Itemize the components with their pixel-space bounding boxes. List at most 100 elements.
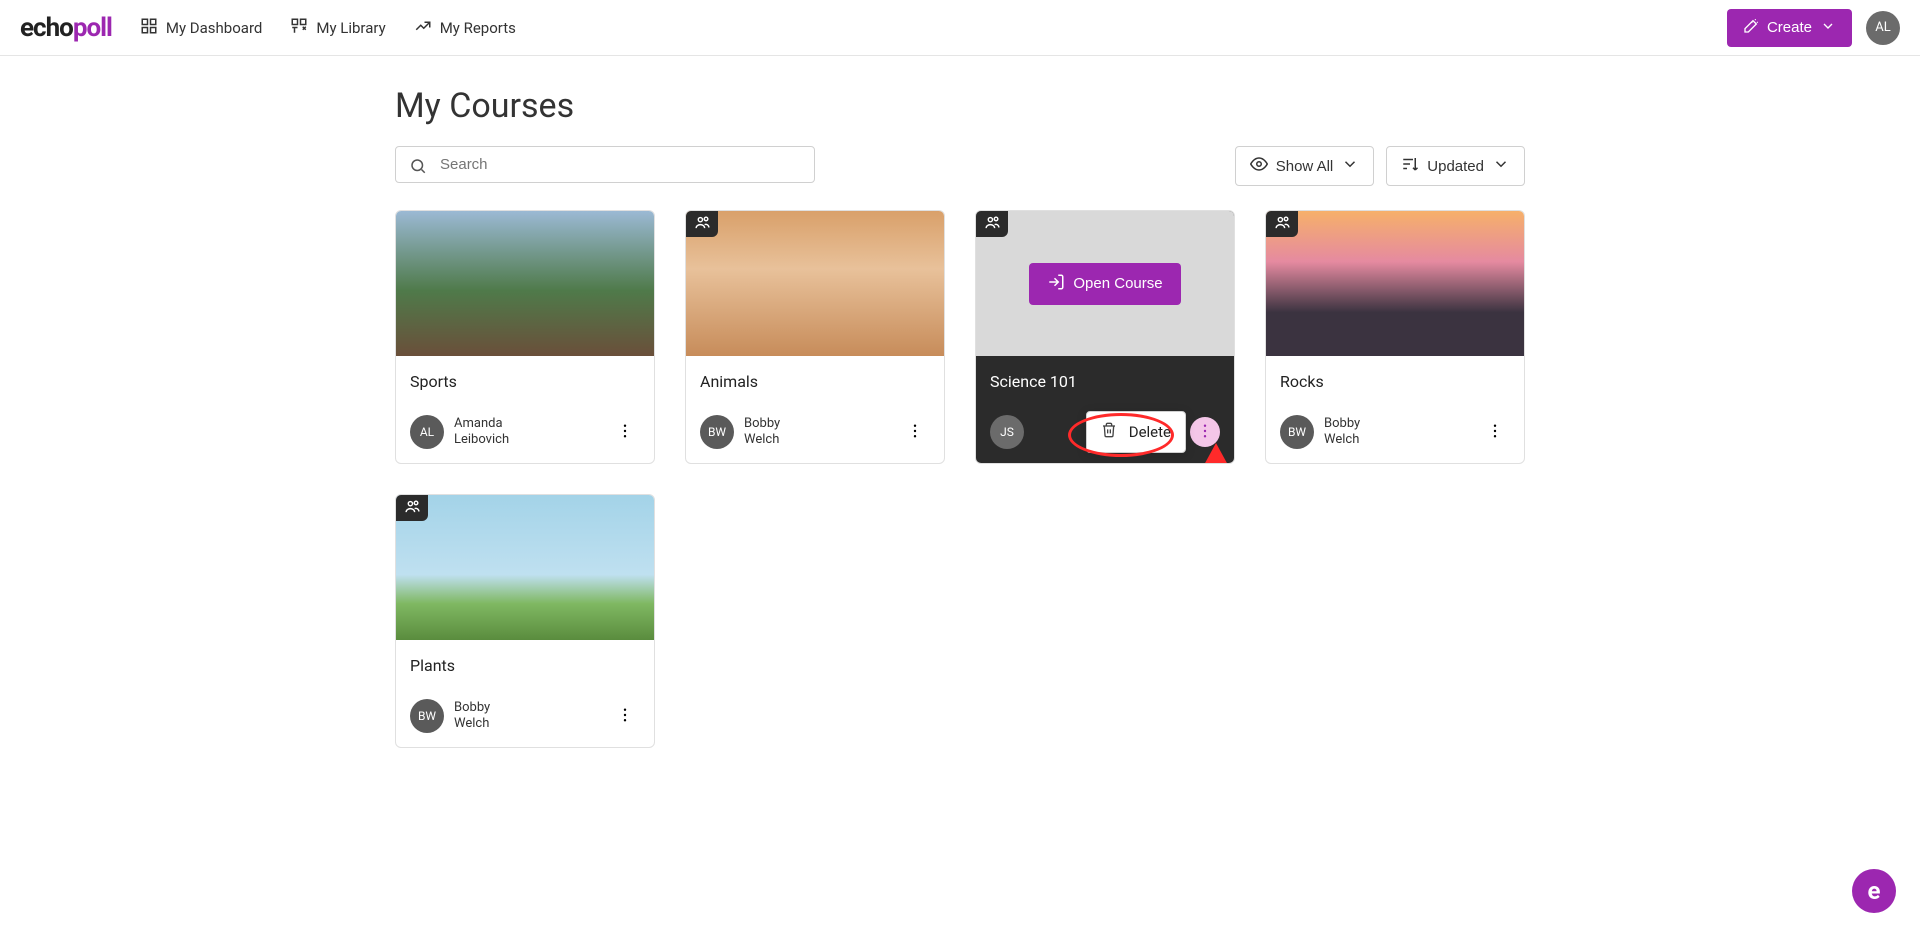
sort-icon	[1401, 155, 1419, 177]
course-thumbnail	[396, 211, 654, 356]
trash-icon	[1101, 422, 1117, 442]
owner-avatar: BW	[410, 699, 444, 733]
search-input[interactable]	[395, 146, 815, 183]
delete-label: Delete	[1129, 423, 1171, 441]
brand-part2: poll	[73, 13, 112, 43]
course-card[interactable]: Plants BW Bobby Welch	[395, 494, 655, 748]
more-vertical-icon	[616, 422, 634, 443]
nav-dashboard[interactable]: My Dashboard	[140, 17, 262, 39]
course-thumbnail	[686, 211, 944, 356]
course-title: Science 101	[990, 372, 1220, 391]
owner-avatar: BW	[1280, 415, 1314, 449]
course-owner: JS	[990, 415, 1024, 449]
nav-reports[interactable]: My Reports	[414, 17, 516, 39]
course-owner: BW Bobby Welch	[410, 699, 490, 733]
owner-first: Bobby	[1324, 416, 1360, 432]
card-body: Plants BW Bobby Welch	[396, 640, 654, 747]
open-course-button[interactable]: Open Course	[1029, 263, 1180, 305]
course-card[interactable]: Sports AL Amanda Leibovich	[395, 210, 655, 464]
help-fab[interactable]: e	[1852, 869, 1896, 913]
toolbar-right: Show All Updated	[1235, 146, 1525, 186]
toolbar: Show All Updated	[395, 146, 1525, 186]
course-card-active[interactable]: Open Course Science 101 JS	[975, 210, 1235, 464]
main-content: My Courses Show All Updated	[375, 56, 1545, 778]
owner-avatar: JS	[990, 415, 1024, 449]
nav-library[interactable]: My Library	[290, 17, 385, 39]
nav-label: My Library	[316, 19, 385, 37]
course-card[interactable]: Animals BW Bobby Welch	[685, 210, 945, 464]
more-vertical-icon	[906, 422, 924, 443]
owner-avatar: BW	[700, 415, 734, 449]
card-footer: AL Amanda Leibovich	[410, 415, 640, 449]
header-right: Create AL	[1727, 9, 1900, 47]
more-options-button[interactable]	[1480, 417, 1510, 447]
course-owner: BW Bobby Welch	[700, 415, 780, 449]
top-nav: My Dashboard My Library My Reports	[140, 17, 516, 39]
magic-wand-icon	[1743, 18, 1759, 38]
create-label: Create	[1767, 19, 1812, 36]
create-button[interactable]: Create	[1727, 9, 1852, 47]
brand-part1: echo	[20, 13, 73, 43]
dashboard-icon	[140, 17, 158, 39]
shared-badge	[396, 495, 428, 521]
owner-first: Amanda	[454, 416, 509, 432]
more-options-button[interactable]	[610, 701, 640, 731]
course-title: Sports	[410, 372, 640, 391]
course-grid: Sports AL Amanda Leibovich	[395, 210, 1525, 748]
people-icon	[984, 214, 1001, 235]
fab-label: e	[1868, 877, 1881, 905]
owner-name: Bobby Welch	[744, 416, 780, 449]
more-options-button[interactable]	[1190, 417, 1220, 447]
owner-name: Amanda Leibovich	[454, 416, 509, 449]
chevron-down-icon	[1820, 18, 1836, 38]
course-title: Animals	[700, 372, 930, 391]
card-footer: BW Bobby Welch	[1280, 415, 1510, 449]
course-card[interactable]: Rocks BW Bobby Welch	[1265, 210, 1525, 464]
people-icon	[694, 214, 711, 235]
people-icon	[1274, 214, 1291, 235]
chevron-down-icon	[1341, 155, 1359, 177]
nav-label: My Dashboard	[166, 19, 262, 37]
chevron-down-icon	[1492, 155, 1510, 177]
owner-name: Bobby Welch	[454, 700, 490, 733]
more-vertical-icon	[616, 706, 634, 727]
user-avatar[interactable]: AL	[1866, 11, 1900, 45]
open-course-label: Open Course	[1073, 275, 1162, 292]
owner-last: Leibovich	[454, 432, 509, 448]
course-owner: BW Bobby Welch	[1280, 415, 1360, 449]
people-icon	[404, 498, 421, 519]
enter-icon	[1047, 273, 1065, 295]
sort-filter[interactable]: Updated	[1386, 146, 1525, 186]
context-menu[interactable]: Delete	[1086, 411, 1186, 453]
reports-icon	[414, 17, 432, 39]
owner-avatar: AL	[410, 415, 444, 449]
shared-badge	[976, 211, 1008, 237]
search-wrap	[395, 146, 815, 186]
more-options-button[interactable]	[610, 417, 640, 447]
page-title: My Courses	[395, 86, 1525, 126]
filter-label: Updated	[1427, 158, 1484, 175]
shared-badge	[686, 211, 718, 237]
card-footer: BW Bobby Welch	[700, 415, 930, 449]
course-thumbnail: Open Course	[976, 211, 1234, 356]
more-options-button[interactable]	[900, 417, 930, 447]
shared-badge	[1266, 211, 1298, 237]
owner-last: Welch	[454, 716, 490, 732]
nav-label: My Reports	[440, 19, 516, 37]
course-title: Plants	[410, 656, 640, 675]
owner-first: Bobby	[744, 416, 780, 432]
filter-label: Show All	[1276, 158, 1334, 175]
card-body: Animals BW Bobby Welch	[686, 356, 944, 463]
course-owner: AL Amanda Leibovich	[410, 415, 509, 449]
brand-logo[interactable]: echopoll	[20, 13, 112, 43]
card-body: Rocks BW Bobby Welch	[1266, 356, 1524, 463]
library-icon	[290, 17, 308, 39]
card-body: Sports AL Amanda Leibovich	[396, 356, 654, 463]
owner-last: Welch	[1324, 432, 1360, 448]
user-initials: AL	[1875, 20, 1890, 35]
owner-name: Bobby Welch	[1324, 416, 1360, 449]
course-thumbnail	[396, 495, 654, 640]
more-vertical-icon	[1486, 422, 1504, 443]
owner-last: Welch	[744, 432, 780, 448]
visibility-filter[interactable]: Show All	[1235, 146, 1375, 186]
